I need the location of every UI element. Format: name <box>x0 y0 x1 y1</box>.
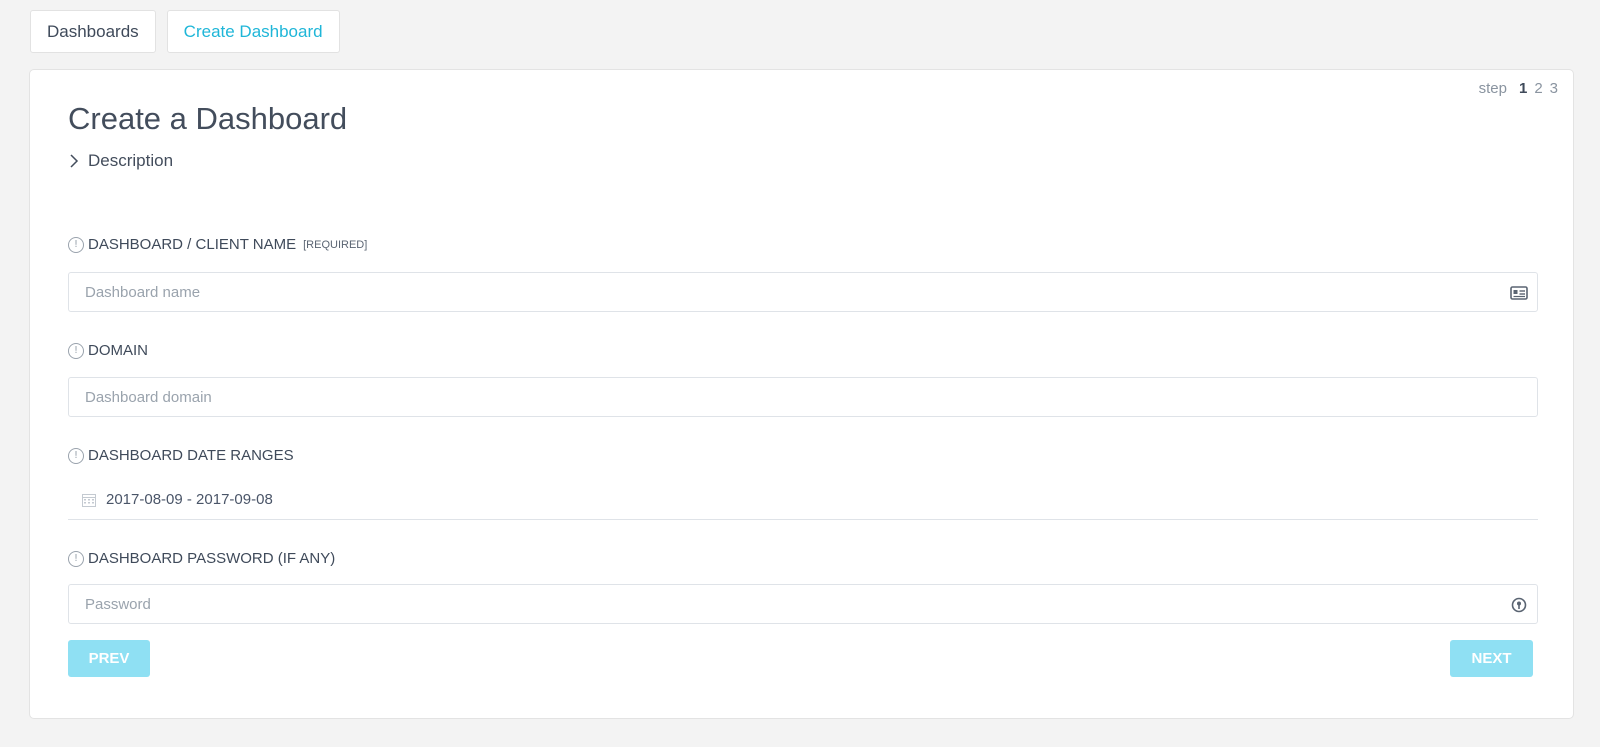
required-tag: [REQUIRED] <box>303 238 368 251</box>
prev-button[interactable]: PREV <box>68 640 150 677</box>
name-label-text: DASHBOARD / CLIENT NAME <box>88 236 297 253</box>
password-field <box>68 584 1538 624</box>
date-ranges-label-text: DASHBOARD DATE RANGES <box>88 447 294 464</box>
step-1[interactable]: 1 <box>1519 80 1527 97</box>
chevron-right-icon <box>70 154 79 168</box>
key-icon <box>1510 596 1528 614</box>
info-icon[interactable]: ! <box>68 342 84 359</box>
description-label: Description <box>88 151 174 170</box>
name-field-label: ! DASHBOARD / CLIENT NAME [REQUIRED] <box>68 236 367 253</box>
date-range-picker[interactable]: 2017-08-09 - 2017-09-08 <box>68 480 1538 520</box>
info-icon[interactable]: ! <box>68 236 84 253</box>
password-field-label: ! DASHBOARD PASSWORD (IF ANY) <box>68 550 335 567</box>
domain-field-label: ! DOMAIN <box>68 342 148 359</box>
dashboard-domain-input[interactable] <box>69 378 1537 416</box>
date-ranges-field-label: ! DASHBOARD DATE RANGES <box>68 447 294 464</box>
info-icon[interactable]: ! <box>68 550 84 567</box>
step-label: step <box>1478 80 1507 97</box>
page-title: Create a Dashboard <box>68 101 348 136</box>
tab-dashboards[interactable]: Dashboards <box>30 10 156 53</box>
id-card-icon <box>1510 284 1528 302</box>
dashboard-name-field <box>68 272 1538 312</box>
domain-label-text: DOMAIN <box>88 342 148 359</box>
create-dashboard-card: step 1 2 3 Create a Dashboard Descriptio… <box>29 69 1574 719</box>
next-button[interactable]: NEXT <box>1450 640 1533 677</box>
domain-field <box>68 377 1538 417</box>
dashboard-name-input[interactable] <box>69 273 1537 311</box>
top-tabs: Dashboards Create Dashboard <box>30 10 340 53</box>
date-range-value: 2017-08-09 - 2017-09-08 <box>106 491 273 508</box>
tab-create-dashboard[interactable]: Create Dashboard <box>166 10 340 53</box>
calendar-icon <box>82 493 96 507</box>
password-input[interactable] <box>69 585 1537 623</box>
password-label-text: DASHBOARD PASSWORD (IF ANY) <box>88 550 336 567</box>
step-3[interactable]: 3 <box>1550 80 1558 97</box>
description-toggle[interactable]: Description <box>68 151 173 171</box>
info-icon[interactable]: ! <box>68 447 84 464</box>
step-2[interactable]: 2 <box>1534 80 1542 97</box>
step-indicator: step 1 2 3 <box>1479 80 1558 97</box>
